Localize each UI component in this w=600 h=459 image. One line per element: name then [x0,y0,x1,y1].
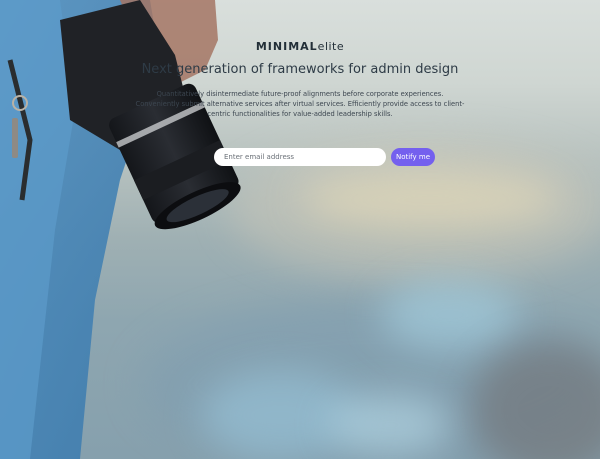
brand-logo-bold: MINIMAL [255,40,318,53]
notify-me-button[interactable]: Notify me [391,148,435,166]
brand-logo-light: elite [317,40,345,53]
hero-section: MINIMALelite Next generation of framewor… [0,40,600,119]
page-description: Quantitatively disintermediate future-pr… [135,90,465,118]
brand-logo: MINIMALelite [0,40,600,53]
notify-form: Notify me [214,148,439,166]
email-field[interactable] [214,148,386,166]
page-title: Next generation of frameworks for admin … [141,62,459,77]
